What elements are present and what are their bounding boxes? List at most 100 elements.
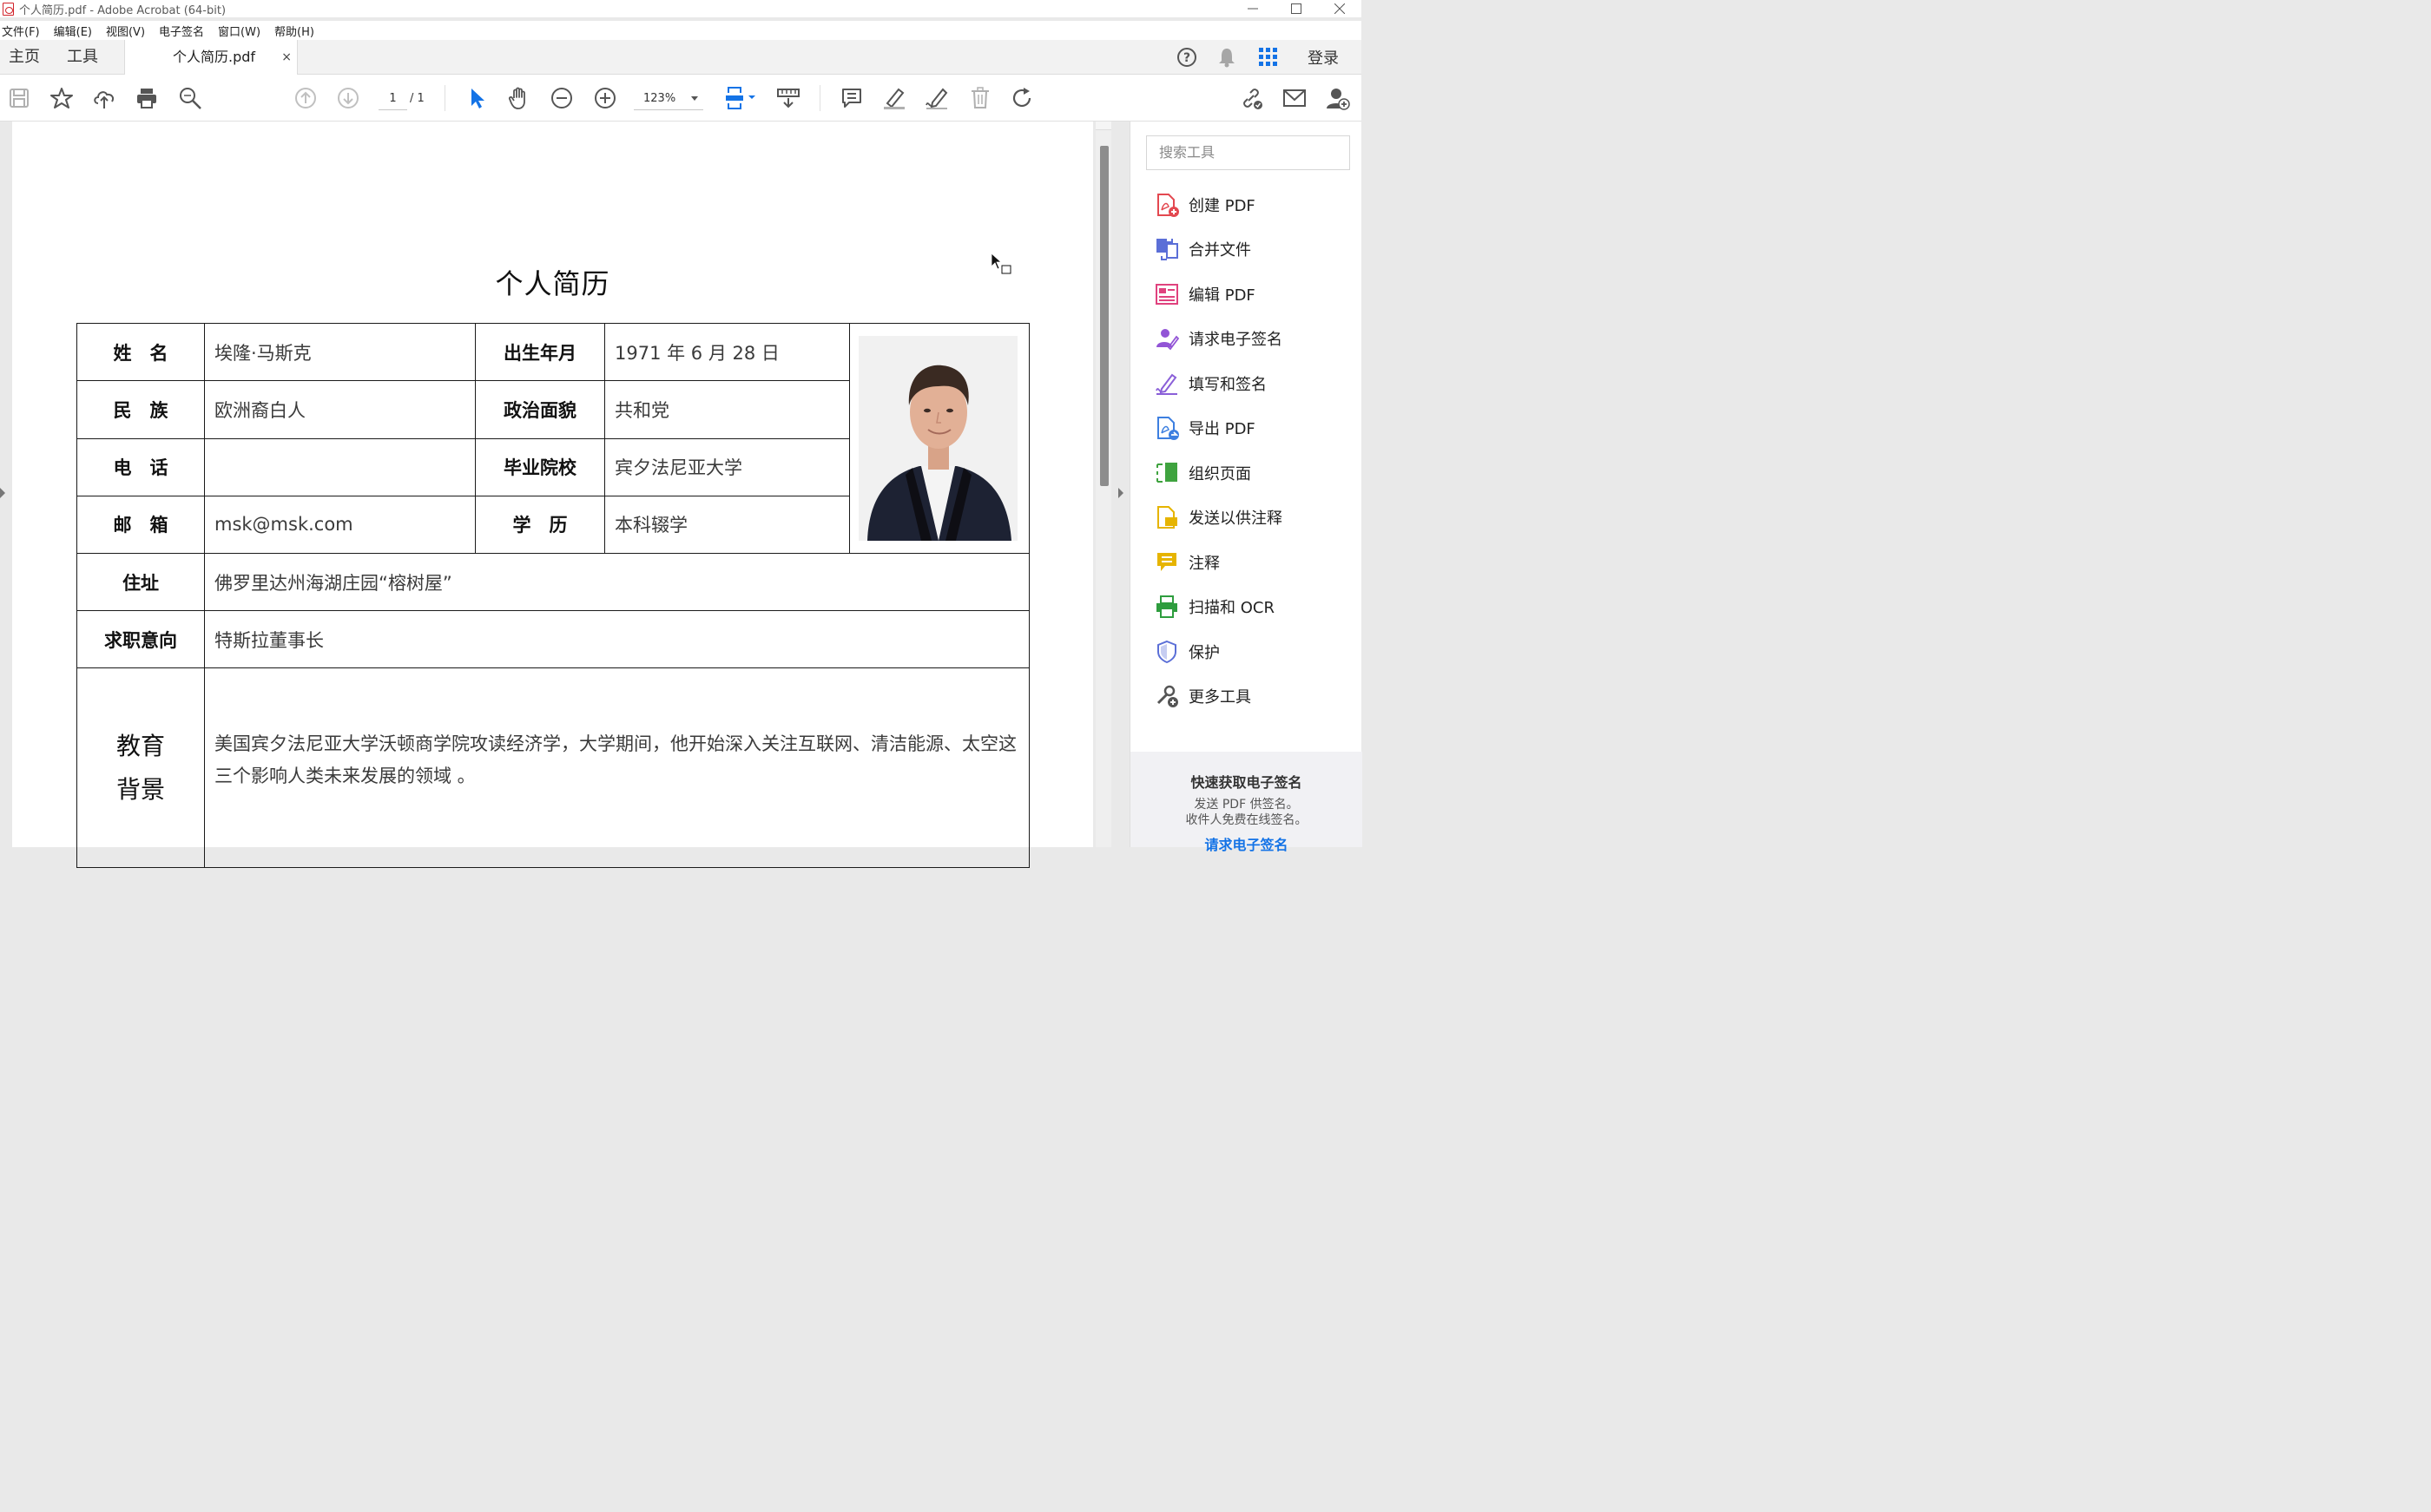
zoom-out-button[interactable] xyxy=(549,85,575,111)
maximize-icon xyxy=(1291,3,1301,14)
tool-label: 组织页面 xyxy=(1189,465,1251,483)
tools-pane: 搜索工具 创建 PDF 合并文件 编辑 PDF 请求电子签名 填写和签名 导出 xyxy=(1130,122,1362,853)
tool-organize-pages[interactable]: 组织页面 xyxy=(1155,457,1251,489)
search-tools-input[interactable]: 搜索工具 xyxy=(1146,135,1350,170)
tool-edit-pdf[interactable]: 编辑 PDF xyxy=(1155,279,1255,310)
upload-button[interactable] xyxy=(91,85,117,111)
scroll-mode-button[interactable] xyxy=(775,85,801,111)
delete-button[interactable] xyxy=(967,85,993,111)
bookmark-button[interactable] xyxy=(49,85,75,111)
zoom-level-value: 123% xyxy=(643,92,676,105)
page-down-icon xyxy=(338,88,359,108)
toolbar: 1 / 1 123% xyxy=(0,75,1361,122)
scroll-up-area[interactable] xyxy=(1096,122,1111,130)
tab-home[interactable]: 主页 xyxy=(9,40,40,75)
menu-help[interactable]: 帮助(H) xyxy=(273,23,321,39)
sign-button[interactable] xyxy=(924,85,950,111)
email-icon xyxy=(1283,89,1306,107)
apps-button[interactable] xyxy=(1255,40,1281,75)
request-esign-link[interactable]: 请求电子签名 xyxy=(1130,833,1362,854)
edit-pdf-icon xyxy=(1155,282,1179,306)
more-tools-icon xyxy=(1155,684,1179,708)
tool-send-for-comment[interactable]: 发送以供注释 xyxy=(1155,502,1282,533)
acrobat-app-icon xyxy=(3,2,14,16)
tool-label: 请求电子签名 xyxy=(1189,331,1282,349)
tool-comment[interactable]: 注释 xyxy=(1155,547,1220,578)
rotate-icon xyxy=(1012,88,1031,108)
education-label: 教育 背景 xyxy=(76,667,205,868)
link-icon xyxy=(1243,89,1262,109)
minimize-button[interactable] xyxy=(1231,0,1275,17)
vertical-scrollbar[interactable] xyxy=(1096,122,1111,847)
highlight-icon xyxy=(884,88,905,109)
tool-protect[interactable]: 保护 xyxy=(1155,636,1220,667)
print-icon xyxy=(137,89,156,108)
hand-tool-button[interactable] xyxy=(506,85,532,111)
tool-more-tools[interactable]: 更多工具 xyxy=(1155,680,1251,712)
zoom-level-select[interactable]: 123% xyxy=(634,88,703,110)
school-value: 宾夕法尼亚大学 xyxy=(604,437,850,496)
tab-tools[interactable]: 工具 xyxy=(67,40,98,75)
tool-label: 注释 xyxy=(1189,555,1220,573)
help-button[interactable]: ? xyxy=(1174,40,1200,75)
login-button[interactable]: 登录 xyxy=(1301,40,1346,75)
highlight-button[interactable] xyxy=(881,85,907,111)
menu-edit[interactable]: 编辑(E) xyxy=(52,23,99,39)
find-button[interactable] xyxy=(177,85,203,111)
zoom-out-icon xyxy=(551,88,572,108)
comment-button[interactable] xyxy=(839,85,865,111)
email-button[interactable] xyxy=(1281,85,1308,111)
promo-heading: 快速获取电子签名 xyxy=(1190,774,1302,791)
email-value: msk@msk.com xyxy=(204,495,476,555)
combine-files-icon xyxy=(1155,237,1179,261)
fit-page-button[interactable] xyxy=(723,85,758,111)
tool-scan-ocr[interactable]: 扫描和 OCR xyxy=(1155,591,1275,622)
scan-ocr-icon xyxy=(1155,595,1179,619)
next-page-button[interactable] xyxy=(335,85,361,111)
resume-table: 姓 名 埃隆·马斯克 出生年月 1971 年 6 月 28 日 民 族 欧洲裔白… xyxy=(76,322,1030,868)
share-link-button[interactable] xyxy=(1238,85,1264,111)
ethnicity-value: 欧洲裔白人 xyxy=(204,380,476,439)
scroll-mode-icon xyxy=(777,89,800,108)
rotate-button[interactable] xyxy=(1010,85,1036,111)
education-label-line: 教育 xyxy=(115,731,165,760)
menu-esign[interactable]: 电子签名 xyxy=(157,23,211,39)
promo-line: 发送 PDF 供签名。 xyxy=(1194,798,1299,812)
save-button[interactable] xyxy=(6,85,32,111)
add-user-icon xyxy=(1327,89,1350,110)
zoom-in-button[interactable] xyxy=(592,85,618,111)
tool-label: 创建 PDF xyxy=(1189,197,1255,215)
birth-date-value: 1971 年 6 月 28 日 xyxy=(604,322,850,382)
print-button[interactable] xyxy=(134,85,160,111)
page-number-input[interactable]: 1 xyxy=(379,88,407,110)
share-user-button[interactable] xyxy=(1325,85,1351,111)
tool-fill-sign[interactable]: 填写和签名 xyxy=(1155,368,1267,399)
tool-label: 保护 xyxy=(1189,644,1220,662)
right-pane-collapse-icon[interactable] xyxy=(1118,488,1123,498)
tool-label: 合并文件 xyxy=(1189,241,1251,260)
tab-document[interactable]: 个人简历.pdf × xyxy=(124,40,298,76)
maximize-button[interactable] xyxy=(1275,0,1318,17)
page-up-icon xyxy=(295,88,316,108)
political-value: 共和党 xyxy=(604,380,850,439)
tool-combine-files[interactable]: 合并文件 xyxy=(1155,233,1251,265)
table-row: 求职意向 特斯拉董事长 xyxy=(76,610,1030,668)
tool-request-esign[interactable]: 请求电子签名 xyxy=(1155,323,1282,354)
menu-window[interactable]: 窗口(W) xyxy=(216,23,267,39)
document-viewer[interactable]: 个人简历 姓 名 埃隆·马斯克 出生年月 1971 年 6 月 28 日 民 族… xyxy=(0,122,1130,868)
select-tool-button[interactable] xyxy=(464,85,490,111)
close-window-button[interactable] xyxy=(1318,0,1361,17)
tool-export-pdf[interactable]: 导出 PDF xyxy=(1155,412,1255,444)
previous-page-button[interactable] xyxy=(293,85,319,111)
save-icon xyxy=(10,89,29,108)
left-pane-expand-icon[interactable] xyxy=(0,488,5,498)
scrollbar-thumb[interactable] xyxy=(1100,146,1109,486)
protect-icon xyxy=(1155,640,1179,664)
notifications-button[interactable] xyxy=(1214,40,1240,75)
tool-create-pdf[interactable]: 创建 PDF xyxy=(1155,189,1255,220)
menu-file[interactable]: 文件(F) xyxy=(0,23,47,39)
profile-photo xyxy=(859,336,1018,541)
menu-view[interactable]: 视图(V) xyxy=(104,23,152,39)
close-tab-button[interactable]: × xyxy=(281,40,292,75)
education-label-line: 背景 xyxy=(115,774,165,804)
